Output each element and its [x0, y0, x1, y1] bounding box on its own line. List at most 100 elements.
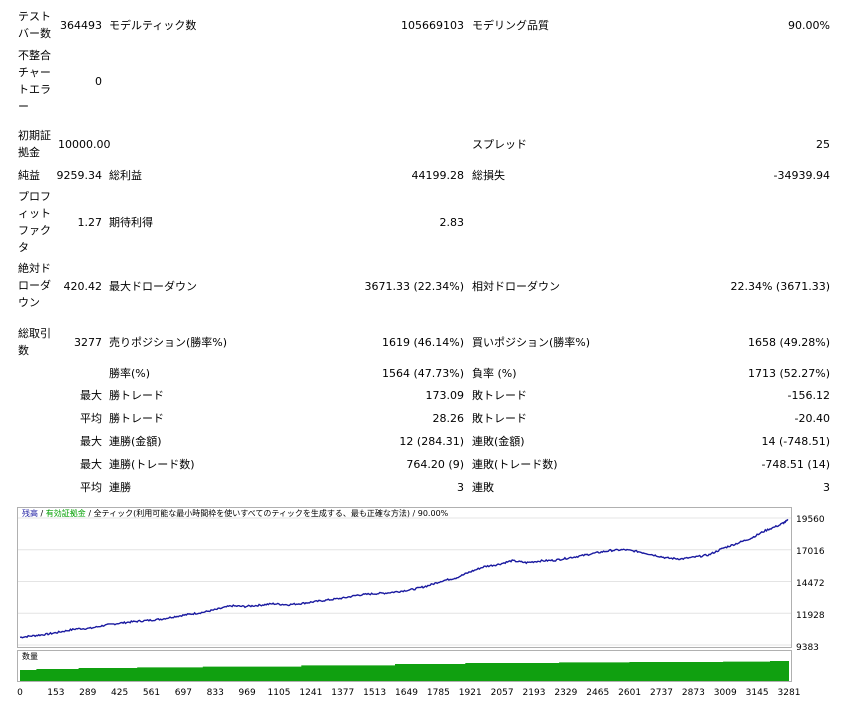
max-cons-win-label: 連勝(金額) — [109, 435, 162, 448]
max-dd-label: 最大ドローダウン — [109, 280, 197, 293]
total-trades-value: 3277 — [74, 336, 102, 349]
quality-label: モデリング品質 — [472, 19, 549, 32]
expected-value: 2.83 — [439, 216, 465, 229]
legend-balance: 残高 — [22, 509, 38, 518]
avg-loss-value: -20.40 — [794, 412, 830, 425]
x-tick-label: 1785 — [426, 688, 450, 698]
loss-rate-label: 負率 (%) — [472, 367, 517, 380]
max-cons-profit-value: 764.20 (9) — [406, 458, 464, 471]
mismatch-value: 0 — [95, 75, 102, 88]
max-word-3: 最大 — [80, 458, 102, 471]
pf-label: プロフィットファクタ — [18, 190, 51, 254]
volume-chart — [17, 650, 792, 682]
legend-sep-3: / — [409, 509, 418, 518]
x-tick-label: 2737 — [650, 688, 673, 698]
volume-label: 数量 — [22, 652, 38, 661]
y-tick-label: 11928 — [796, 611, 825, 621]
net-value: 9259.34 — [56, 169, 103, 182]
mismatch-label: 不整合チャートエラー — [18, 49, 51, 113]
win-rate-label: 勝率(%) — [109, 367, 151, 380]
avg-cons-loss-value: 3 — [823, 481, 830, 494]
avg-win-label: 勝トレード — [109, 412, 164, 425]
max-dd-value: 3671.33 (22.34%) — [364, 280, 464, 293]
x-tick-label: 3009 — [713, 688, 737, 698]
avg-word-2: 平均 — [80, 481, 102, 494]
spread-label: スプレッド — [472, 138, 527, 151]
gross-loss-value: -34939.94 — [773, 169, 830, 182]
avg-cons-win-value: 3 — [457, 481, 464, 494]
x-tick-label: 561 — [142, 688, 161, 698]
rel-dd-label: 相対ドローダウン — [472, 280, 560, 293]
x-tick-label: 1105 — [267, 688, 291, 698]
y-tick-label: 9383 — [796, 643, 819, 653]
x-tick-label: 1921 — [458, 688, 482, 698]
win-rate-value: 1564 (47.73%) — [381, 367, 464, 380]
abs-dd-label: 絶対ドローダウン — [18, 262, 51, 309]
pf-value: 1.27 — [77, 216, 103, 229]
avg-loss-label: 敗トレード — [472, 412, 527, 425]
abs-dd-value: 420.42 — [63, 280, 103, 293]
x-tick-label: 2057 — [490, 688, 514, 698]
legend-quality: 90.00% — [417, 509, 449, 518]
bars-value: 364493 — [60, 19, 102, 32]
largest-win-value: 173.09 — [425, 389, 465, 402]
avg-win-value: 28.26 — [432, 412, 465, 425]
largest-win-label: 勝トレード — [109, 389, 164, 402]
max-cons-loss-value: 14 (-748.51) — [761, 435, 830, 448]
volume-chart-svg — [20, 661, 789, 681]
ticks-value: 105669103 — [401, 19, 464, 32]
legend-model: 全ティック(利用可能な最小時間枠を使いすべてのティックを生成する、最も正確な方法… — [93, 509, 410, 518]
x-tick-label: 289 — [79, 688, 97, 698]
balance-chart-svg — [18, 517, 791, 646]
x-tick-label: 425 — [111, 688, 129, 698]
quality-value: 90.00% — [788, 19, 830, 32]
volume-area — [20, 661, 789, 681]
bars-label: テストバー数 — [18, 10, 51, 40]
legend-sep-1: / — [38, 509, 46, 518]
deposit-value: 10000.00 — [58, 138, 111, 151]
chart-legend: 残高 / 有効証拠金 / 全ティック(利用可能な最小時間枠を使いすべてのティック… — [22, 508, 448, 520]
x-tick-label: 0 — [17, 688, 23, 698]
max-cons-lossamt-value: -748.51 (14) — [761, 458, 830, 471]
balance-chart — [17, 507, 792, 648]
x-tick-label: 1649 — [395, 688, 418, 698]
x-tick-label: 2873 — [681, 688, 705, 698]
gross-loss-label: 総損失 — [472, 169, 505, 182]
long-label: 買いポジション(勝率%) — [472, 336, 591, 349]
short-value: 1619 (46.14%) — [381, 336, 464, 349]
x-tick-label: 3281 — [777, 688, 801, 698]
gross-profit-value: 44199.28 — [411, 169, 465, 182]
max-word: 最大 — [80, 389, 102, 402]
legend-equity: 有効証拠金 — [45, 509, 86, 518]
y-tick-label: 14472 — [796, 579, 825, 589]
x-tick-label: 1241 — [299, 688, 323, 698]
x-tick-label: 833 — [206, 688, 224, 698]
x-tick-label: 2465 — [586, 688, 610, 698]
y-tick-label: 17016 — [796, 547, 825, 557]
rel-dd-value: 22.34% (3671.33) — [730, 280, 830, 293]
avg-word: 平均 — [80, 412, 102, 425]
x-tick-label: 697 — [174, 688, 192, 698]
x-tick-label: 2193 — [522, 688, 546, 698]
spread-value: 25 — [816, 138, 830, 151]
largest-loss-value: -156.12 — [787, 389, 830, 402]
avg-cons-loss-label: 連敗 — [472, 481, 494, 494]
x-tick-label: 2601 — [618, 688, 642, 698]
legend-sep-2: / — [85, 509, 94, 518]
avg-cons-win-label: 連勝 — [109, 481, 131, 494]
total-trades-label: 総取引数 — [18, 327, 51, 357]
x-tick-label: 2329 — [554, 688, 578, 698]
x-tick-label: 3145 — [745, 688, 769, 698]
max-word-2: 最大 — [80, 435, 102, 448]
expected-label: 期待利得 — [109, 216, 153, 229]
long-value: 1658 (49.28%) — [747, 336, 830, 349]
max-cons-profit-label: 連勝(トレード数) — [109, 458, 195, 471]
loss-rate-value: 1713 (52.27%) — [747, 367, 830, 380]
max-cons-loss-label: 連敗(金額) — [472, 435, 525, 448]
deposit-label: 初期証拠金 — [18, 129, 51, 159]
x-tick-label: 1513 — [363, 688, 387, 698]
max-cons-lossamt-label: 連敗(トレード数) — [472, 458, 558, 471]
short-label: 売りポジション(勝率%) — [109, 336, 228, 349]
gross-profit-label: 総利益 — [109, 169, 142, 182]
max-cons-win-value: 12 (284.31) — [399, 435, 464, 448]
